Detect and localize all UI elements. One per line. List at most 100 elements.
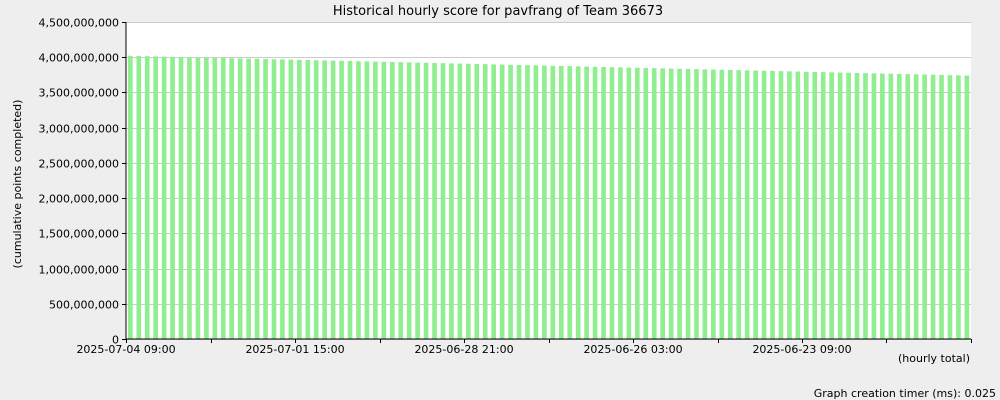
bar [837, 72, 843, 340]
bar [322, 60, 327, 340]
bar [888, 73, 894, 340]
bar [170, 56, 175, 340]
bar [482, 64, 488, 340]
bar [854, 72, 860, 339]
y-axis-ticks: 0500,000,0001,000,000,0001,500,000,0002,… [39, 17, 126, 347]
bar [271, 59, 277, 339]
bar [220, 58, 226, 339]
bar [761, 70, 767, 339]
y-tick-label: 2,500,000,000 [39, 158, 119, 171]
bar [229, 58, 235, 339]
bar [128, 55, 133, 340]
bar [871, 73, 877, 339]
bar [609, 67, 615, 340]
bar [863, 73, 868, 340]
bar [550, 65, 556, 339]
bar [297, 59, 302, 340]
y-tick-label: 1,000,000,000 [39, 264, 119, 277]
bar [626, 67, 632, 339]
bar [237, 58, 243, 340]
bar [440, 63, 446, 339]
bar [499, 64, 505, 339]
bar [491, 64, 496, 339]
y-tick-label: 3,000,000,000 [39, 123, 119, 136]
bar [415, 62, 420, 340]
bar [736, 70, 742, 339]
bar [635, 67, 640, 340]
bar [702, 69, 708, 340]
plot-area [126, 22, 971, 339]
bar [930, 74, 936, 340]
bar [922, 74, 927, 339]
bar [820, 72, 826, 340]
bar [373, 61, 378, 340]
bar [508, 64, 513, 339]
x-axis-ticks: 2025-07-04 09:00 2025-07-01 15:00 2025-06-… [76, 339, 972, 356]
bar [389, 61, 395, 340]
x-tick-label: 2025-07-01 15:00 [245, 343, 344, 356]
bar [305, 60, 311, 339]
bar [136, 56, 142, 339]
x-axis-label: (hourly total) [898, 352, 970, 365]
bar [905, 74, 911, 339]
bar [542, 65, 547, 339]
bar [204, 57, 209, 340]
bar [330, 60, 336, 339]
bar [896, 73, 902, 339]
bar [778, 71, 784, 340]
bar [356, 61, 361, 339]
bar [212, 57, 218, 340]
bar [719, 69, 725, 339]
bar [964, 75, 970, 339]
bar [947, 75, 953, 339]
bar [347, 60, 353, 340]
bar [280, 59, 285, 340]
bar [263, 59, 268, 339]
chart-svg: 0500,000,0001,000,000,0001,500,000,0002,… [11, 4, 996, 400]
bar [846, 72, 851, 339]
bar [575, 66, 581, 340]
bar [660, 68, 665, 340]
bar [381, 61, 387, 339]
x-tick-label: 2025-06-28 21:00 [414, 343, 513, 356]
bar [913, 74, 919, 339]
y-tick-label: 4,000,000,000 [39, 52, 119, 65]
bar [753, 70, 758, 339]
bar [584, 66, 589, 339]
bar [770, 70, 775, 340]
chart-title: Historical hourly score for pavfrang of … [333, 4, 663, 19]
bar [787, 71, 792, 339]
bar [144, 56, 150, 340]
bar [398, 62, 404, 339]
bar [668, 68, 674, 339]
bar [601, 66, 606, 339]
bar [254, 58, 260, 340]
bar [288, 59, 294, 339]
bar [246, 58, 251, 339]
bar [804, 71, 809, 339]
bar [474, 63, 480, 339]
x-tick-label: 2025-07-04 09:00 [76, 343, 175, 356]
bar [339, 60, 344, 339]
bar [744, 70, 750, 340]
bar [795, 71, 801, 340]
x-tick-label: 2025-06-23 09:00 [752, 343, 851, 356]
bar [313, 60, 319, 339]
bar [812, 71, 818, 339]
bar [432, 62, 437, 340]
bar [567, 66, 573, 340]
y-tick-label: 500,000,000 [49, 299, 119, 312]
bar [457, 63, 463, 339]
bar [677, 68, 682, 339]
bar [449, 63, 454, 339]
y-tick-label: 1,500,000,000 [39, 228, 119, 241]
bar [533, 65, 539, 339]
y-tick-label: 2,000,000,000 [39, 193, 119, 206]
bar [406, 62, 412, 339]
bar [618, 67, 623, 340]
y-axis-label: (cumulative points completed) [11, 100, 24, 269]
graph-timer-text: Graph creation timer (ms): 0.025 [814, 387, 996, 400]
bar [711, 69, 716, 339]
bar [694, 69, 699, 339]
bar [187, 57, 192, 340]
